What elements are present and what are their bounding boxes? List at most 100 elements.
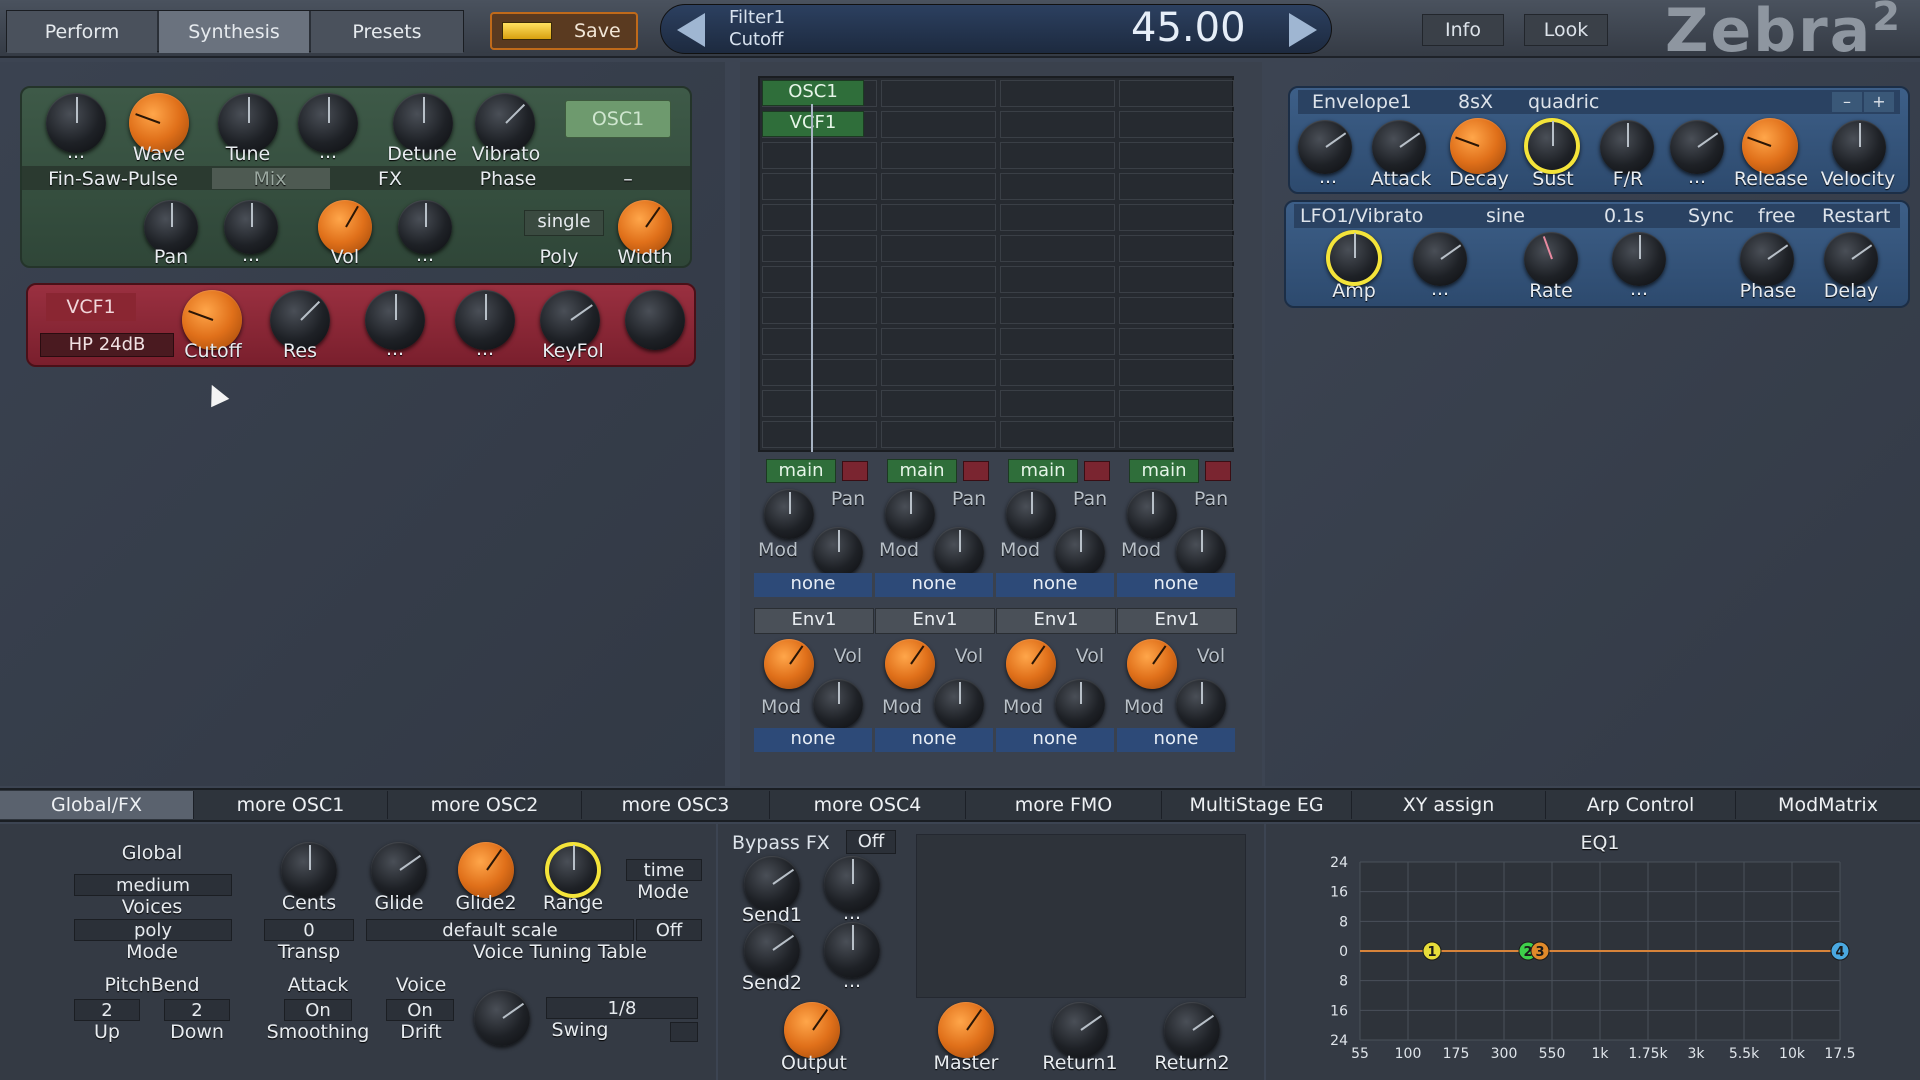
grid-cell[interactable] (1119, 421, 1234, 448)
lane-4-mod2-knob[interactable] (1176, 679, 1226, 729)
grid-cell[interactable] (762, 359, 877, 386)
lane-3-mod2-knob[interactable] (1055, 679, 1105, 729)
tab-multistage-eg[interactable]: MultiStage EG (1162, 791, 1352, 819)
grid-cell[interactable] (1000, 359, 1115, 386)
waveform-selector[interactable]: Fin-Saw-Pulse (48, 168, 178, 190)
grid-cell[interactable] (881, 173, 996, 200)
lfo-phase-knob[interactable] (1740, 232, 1794, 286)
lane-2-out[interactable]: main (887, 459, 957, 483)
prev-arrow-icon[interactable] (677, 13, 705, 47)
grid-cell[interactable] (762, 173, 877, 200)
lane-1-mod-knob[interactable] (813, 527, 863, 577)
lane-1-out[interactable]: main (766, 459, 836, 483)
swing-extra-box[interactable] (670, 1022, 698, 1042)
attack-smoothing-toggle[interactable]: On (284, 999, 352, 1021)
grid-cell[interactable] (881, 390, 996, 417)
lane-4-mod-knob[interactable] (1176, 527, 1226, 577)
grid-cell[interactable] (1119, 359, 1234, 386)
return1-knob[interactable] (1052, 1002, 1108, 1058)
lane-1-src[interactable]: none (754, 573, 872, 597)
lane-3-out[interactable]: main (1008, 459, 1078, 483)
grid-cell[interactable] (1119, 173, 1234, 200)
grid-cell[interactable] (881, 204, 996, 231)
envelope-name[interactable]: Envelope1 (1312, 91, 1412, 113)
grid-cell[interactable] (762, 235, 877, 262)
output-knob[interactable] (784, 1002, 840, 1058)
grid-tag-osc1[interactable]: OSC1 (762, 80, 864, 106)
tab-arp-control[interactable]: Arp Control (1546, 791, 1736, 819)
grid-cell[interactable] (1000, 235, 1115, 262)
grid-cell[interactable] (1119, 204, 1234, 231)
lane-2-env[interactable]: Env1 (875, 608, 995, 634)
grid-tag-vcf1[interactable]: VCF1 (762, 111, 864, 137)
grid-cell[interactable] (881, 421, 996, 448)
tab-presets[interactable]: Presets (311, 11, 463, 53)
grid-cell[interactable] (1119, 328, 1234, 355)
lane-1-mute[interactable] (842, 461, 868, 481)
lane-3-pan-knob[interactable] (1006, 489, 1056, 539)
pitchbend-down-field[interactable]: 2 (164, 999, 230, 1021)
pitchbend-up-field[interactable]: 2 (74, 999, 140, 1021)
decay-knob[interactable] (1450, 118, 1506, 174)
grid-cell[interactable] (1119, 266, 1234, 293)
lane-4-env[interactable]: Env1 (1117, 608, 1237, 634)
grid-cell[interactable] (1119, 111, 1234, 138)
lfo-free[interactable]: free (1758, 205, 1795, 227)
tab-global-fx[interactable]: Global/FX (0, 791, 194, 819)
grid-cell[interactable] (1000, 173, 1115, 200)
lfo-sync[interactable]: Sync (1688, 205, 1734, 227)
send2-knob[interactable] (744, 922, 800, 978)
lane-3-vol-knob[interactable] (1006, 639, 1056, 689)
grid-cell[interactable] (1119, 297, 1234, 324)
tab-modmatrix[interactable]: ModMatrix (1736, 791, 1920, 819)
lane-2-mod2-knob[interactable] (934, 679, 984, 729)
osc1-button[interactable]: OSC1 (565, 100, 671, 138)
lane-3-src2[interactable]: none (996, 728, 1114, 752)
lane-4-src[interactable]: none (1117, 573, 1235, 597)
grid-cell[interactable] (762, 142, 877, 169)
grid-cell[interactable] (1000, 297, 1115, 324)
grid-cell[interactable] (881, 80, 996, 107)
tab-more-osc3[interactable]: more OSC3 (582, 791, 770, 819)
envelope-curve[interactable]: quadric (1528, 91, 1599, 113)
lane-4-out[interactable]: main (1129, 459, 1199, 483)
lane-1-pan-knob[interactable] (764, 489, 814, 539)
lane-4-vol-knob[interactable] (1127, 639, 1177, 689)
lane-4-mute[interactable] (1205, 461, 1231, 481)
tab-more-fmo[interactable]: more FMO (966, 791, 1162, 819)
grid-cell[interactable] (1119, 142, 1234, 169)
tab-xy-assign[interactable]: XY assign (1352, 791, 1546, 819)
grid-cell[interactable] (1000, 142, 1115, 169)
lane-1-mod2-knob[interactable] (813, 679, 863, 729)
swing-selector[interactable]: 1/8 (546, 997, 698, 1019)
tab-perform[interactable]: Perform (7, 11, 157, 53)
envelope-minus-button[interactable]: – (1832, 92, 1862, 112)
fx-selector[interactable]: FX (378, 168, 402, 190)
lane-2-pan-knob[interactable] (885, 489, 935, 539)
fr-knob[interactable] (1600, 120, 1654, 174)
mode-selector[interactable]: poly (74, 919, 232, 941)
lane-3-mute[interactable] (1084, 461, 1110, 481)
grid-cell[interactable] (881, 235, 996, 262)
grid-cell[interactable] (881, 359, 996, 386)
look-button[interactable]: Look (1524, 14, 1608, 46)
grid-cell[interactable] (1000, 328, 1115, 355)
grid-cell[interactable] (762, 266, 877, 293)
voice-drift-toggle[interactable]: On (386, 999, 454, 1021)
bypass-fx-toggle[interactable]: Off (846, 830, 896, 854)
lane-2-vol-knob[interactable] (885, 639, 935, 689)
lane-3-env[interactable]: Env1 (996, 608, 1116, 634)
lane-2-src2[interactable]: none (875, 728, 993, 752)
vcf1-knob-6[interactable] (625, 290, 685, 350)
return2-knob[interactable] (1164, 1002, 1220, 1058)
glide2-knob[interactable] (458, 842, 514, 898)
grid-cell[interactable] (762, 328, 877, 355)
tuning-off-selector[interactable]: Off (636, 919, 702, 941)
grid-cell[interactable] (881, 111, 996, 138)
phase-selector[interactable]: Phase (480, 168, 537, 190)
poly-selector[interactable]: single (524, 210, 604, 236)
lane-1-env[interactable]: Env1 (754, 608, 874, 634)
lane-2-mod-knob[interactable] (934, 527, 984, 577)
next-arrow-icon[interactable] (1289, 13, 1317, 47)
grid-cell[interactable] (762, 297, 877, 324)
